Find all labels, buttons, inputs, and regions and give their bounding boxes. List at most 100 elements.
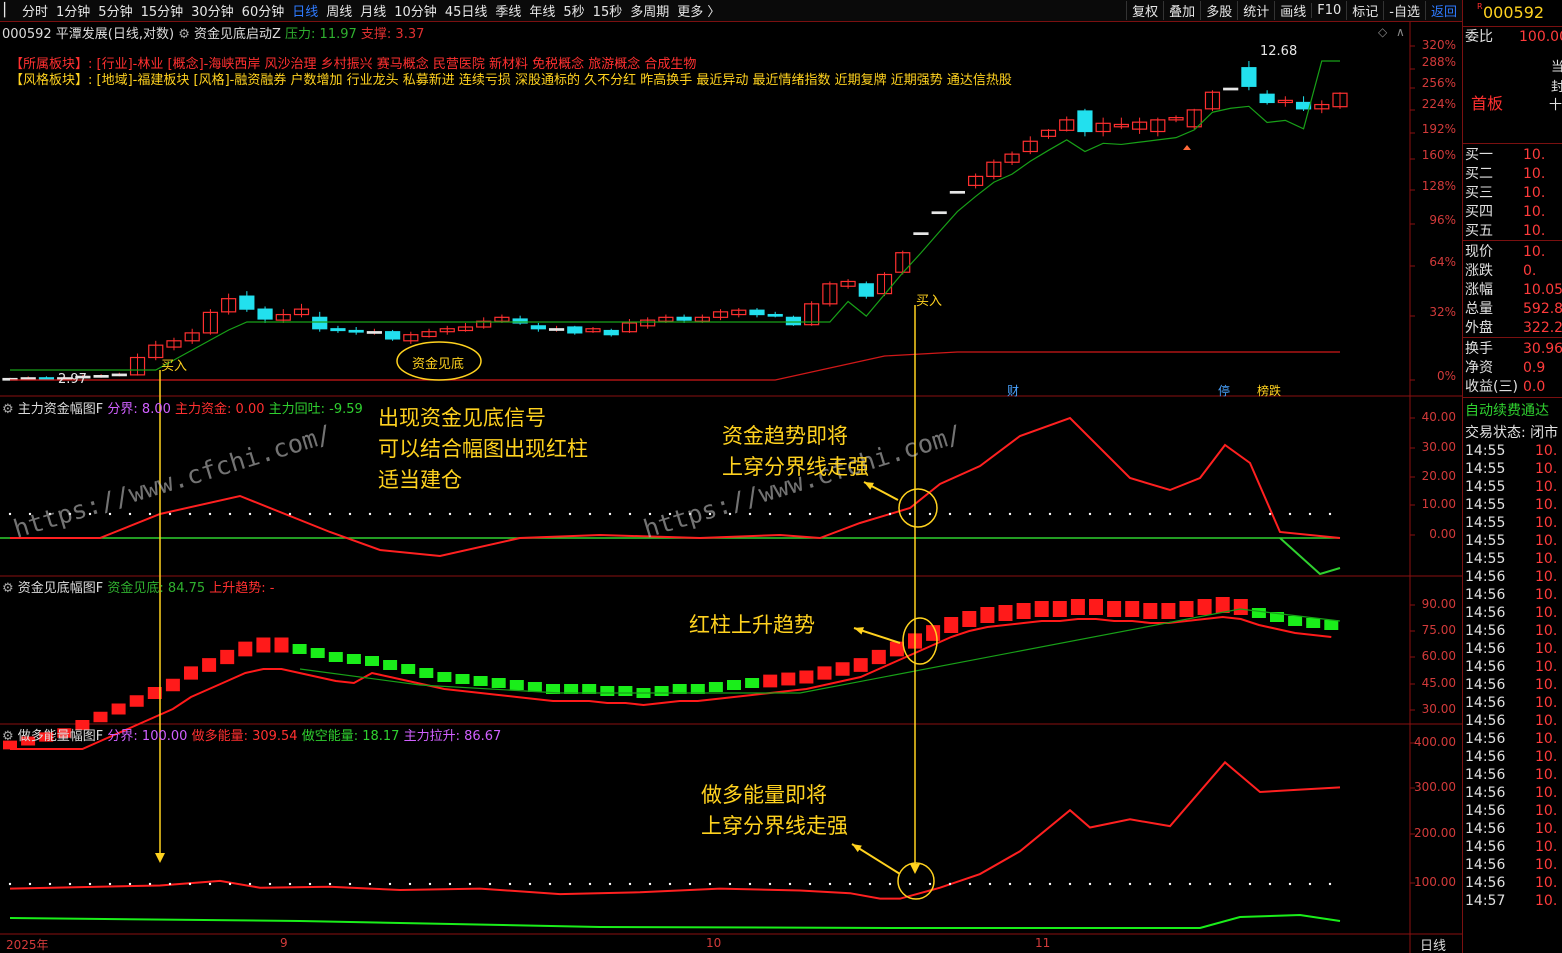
candle (785, 316, 802, 326)
x-label-sep: 9 (280, 936, 288, 950)
tick-row: 14:56 10. (1463, 676, 1562, 694)
tick-row: 14:56 10. (1463, 784, 1562, 802)
panel1-boundary-dot (488, 512, 492, 516)
candle (858, 283, 874, 297)
panel2-bar (256, 637, 271, 653)
tick-time: 14:56 (1465, 605, 1506, 621)
tick-row: 14:57 10. (1463, 892, 1562, 910)
halt-tag[interactable]: 停 (1218, 382, 1230, 399)
row-label: 净资 (1465, 360, 1493, 376)
tick-time: 14:55 (1465, 479, 1506, 495)
period-indicator[interactable]: 日线 (1420, 935, 1446, 953)
divider (1463, 240, 1562, 241)
panel3-boundary-dot (1328, 882, 1332, 886)
panel1-gear-icon[interactable]: ⚙ (2, 402, 14, 417)
tick-price: 10. (1535, 533, 1558, 549)
panel1-title[interactable]: 主力资金幅图F (18, 402, 103, 417)
stats2-row: 换手 30.96 (1463, 340, 1562, 358)
panel3-boundary-dot (888, 882, 892, 886)
buy-signal-1: 买入 (161, 359, 188, 374)
panel3-boundary-dot (188, 882, 192, 886)
panel1-boundary-dot (508, 512, 512, 516)
tick-time: 14:56 (1465, 749, 1506, 765)
candle (1241, 67, 1257, 87)
panel2-bar (1251, 608, 1266, 618)
candle (548, 328, 565, 331)
candle (330, 328, 346, 332)
panel2-bar (763, 674, 778, 688)
panel2-bar (1215, 597, 1230, 613)
panel1-boundary-dot (228, 512, 232, 516)
panel3-boundary-dot (248, 882, 252, 886)
candle (38, 377, 55, 380)
bids-row: 买二 10. (1463, 165, 1562, 183)
candle (111, 373, 127, 377)
candle (366, 331, 382, 334)
panel2-bar (455, 674, 470, 684)
panel2-bar (93, 711, 108, 723)
auto-fee-link[interactable]: 自动续费通达 (1465, 400, 1549, 420)
trade-status: 交易状态: 闭市 (1465, 425, 1559, 441)
panel3-title[interactable]: 做多能量幅图F (18, 729, 103, 744)
candle (348, 329, 364, 333)
panel3-gear-icon[interactable]: ⚙ (2, 729, 14, 744)
panel3-f4: 主力拉升: 86.67 (403, 729, 502, 744)
row-label: 买一 (1465, 147, 1493, 163)
panel2-bar (1143, 603, 1158, 619)
axis-label: 30.00 (1421, 702, 1456, 716)
tick-time: 14:56 (1465, 839, 1506, 855)
tick-price: 10. (1535, 461, 1558, 477)
panel2-gear-icon[interactable]: ⚙ (2, 581, 14, 596)
tick-price: 10. (1535, 785, 1558, 801)
tick-price: 10. (1535, 749, 1558, 765)
tick-time: 14:55 (1465, 443, 1506, 459)
panel2-bar (491, 678, 506, 688)
axis-label: 0.00 (1429, 527, 1456, 541)
divider (1463, 26, 1562, 27)
tick-price: 10. (1535, 515, 1558, 531)
panel2-bar (220, 649, 235, 665)
tick-row: 14:56 10. (1463, 820, 1562, 838)
panel1-boundary-dot (788, 512, 792, 516)
panel3-boundary-dot (508, 882, 512, 886)
row-value: 10. (1523, 185, 1546, 201)
panel2-bar (727, 680, 741, 690)
list-drop-tag[interactable]: 榜跌 (1257, 382, 1281, 399)
tick-time: 14:56 (1465, 623, 1506, 639)
panel1-boundary-dot (848, 512, 852, 516)
panel2-bar (310, 648, 325, 658)
row-label: 买四 (1465, 204, 1493, 220)
panel3-boundary-dot (688, 882, 692, 886)
panel3-f2: 做多能量: 309.54 (191, 729, 298, 744)
panel1-boundary-dot (128, 512, 132, 516)
axis-label: 32% (1429, 305, 1456, 319)
weibi-row: 委比 100.00 (1463, 28, 1562, 46)
finance-tag[interactable]: 财 (1007, 382, 1019, 399)
panel2-title[interactable]: 资金见底幅图F (18, 581, 103, 596)
panel1-boundary-dot (1148, 512, 1152, 516)
tick-price: 10. (1535, 497, 1558, 513)
tick-price: 10. (1535, 713, 1558, 729)
tick-row: 14:55 10. (1463, 532, 1562, 550)
panel3-boundary-dot (808, 882, 812, 886)
panel3-boundary-dot (208, 882, 212, 886)
panel2-bar (871, 649, 886, 665)
axis-label: 288% (1421, 55, 1456, 69)
candle (1295, 101, 1312, 110)
panel1-boundary-dot (1168, 512, 1172, 516)
axis-label: 96% (1429, 213, 1456, 227)
panel3-header: ⚙ 做多能量幅图F 分界: 100.00 做多能量: 309.54 做空能量: … (2, 725, 501, 744)
tick-price: 10. (1535, 893, 1558, 909)
panel3-boundary-dot (928, 882, 932, 886)
tick-time: 14:56 (1465, 695, 1506, 711)
tick-row: 14:56 10. (1463, 568, 1562, 586)
buy-signal-2: 买入 (916, 294, 943, 309)
axis-label: 100.00 (1414, 875, 1456, 889)
x-label-oct: 10 (706, 936, 722, 950)
panel2-bar (202, 658, 217, 672)
tick-time: 14:55 (1465, 515, 1506, 531)
stats2-row: 收益(三) 0.0 (1463, 378, 1562, 396)
quote-code[interactable]: 000592 (1483, 3, 1544, 22)
row-label: 总量 (1465, 301, 1493, 317)
panel2-bar (1070, 599, 1085, 615)
